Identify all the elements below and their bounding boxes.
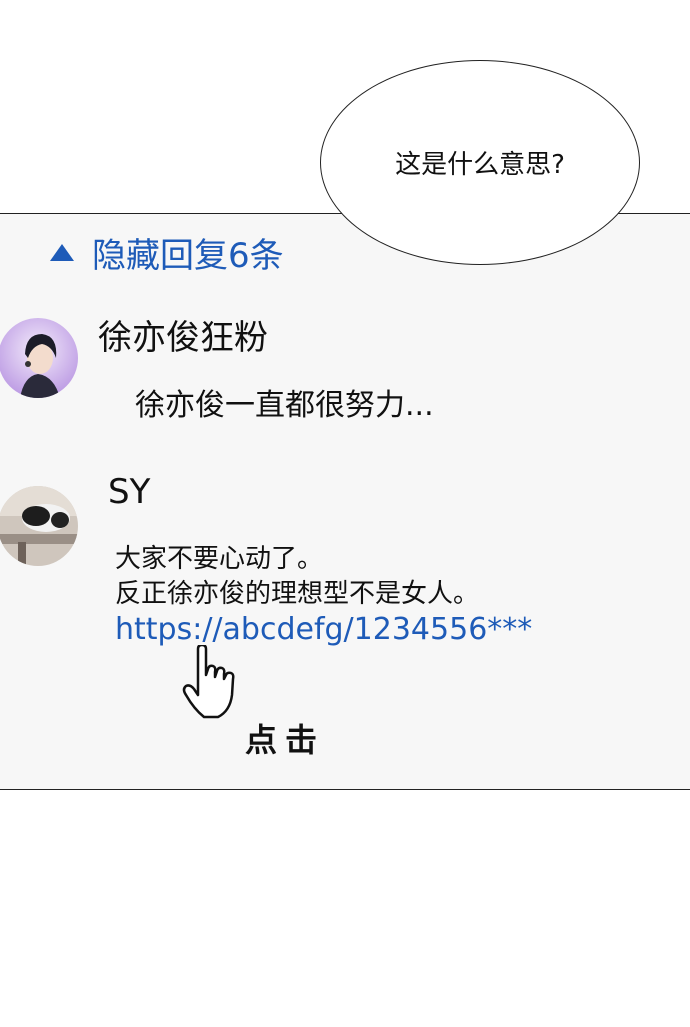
- comment-author[interactable]: 徐亦俊狂粉: [98, 310, 268, 359]
- avatar[interactable]: [0, 486, 78, 566]
- comment-link[interactable]: https://abcdefg/1234556***: [115, 612, 532, 647]
- hide-replies-label: 隐藏回复6条: [92, 236, 284, 276]
- speech-bubble: 这是什么意思?: [320, 60, 640, 265]
- triangle-up-icon: [50, 244, 74, 261]
- comments-panel: [0, 213, 690, 790]
- avatar[interactable]: [0, 318, 78, 398]
- hide-replies-toggle[interactable]: 隐藏回复6条: [50, 228, 284, 277]
- cat-photo-avatar: [0, 486, 78, 566]
- comment-text: 徐亦俊一直都很努力...: [135, 388, 434, 423]
- comment-body: 大家不要心动了。 反正徐亦俊的理想型不是女人。 https://abcdefg/…: [115, 542, 532, 647]
- anime-boy-avatar: [0, 318, 78, 398]
- click-annotation: 点击: [245, 721, 326, 759]
- comment-author[interactable]: SY: [108, 472, 150, 512]
- comment-line: 反正徐亦俊的理想型不是女人。: [115, 579, 480, 609]
- comment-line: 大家不要心动了。: [115, 544, 324, 574]
- speech-bubble-text: 这是什么意思?: [395, 150, 565, 180]
- hand-pointer-icon: [182, 645, 235, 719]
